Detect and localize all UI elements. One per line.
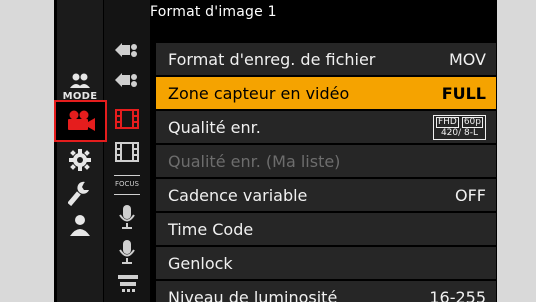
menu-item-label: Niveau de luminosité: [168, 287, 338, 302]
film-strip-icon-active[interactable]: [115, 109, 139, 129]
menu-item-value: 16-255: [429, 287, 486, 302]
film-strip-icon[interactable]: [115, 142, 139, 162]
wrench-icon[interactable]: [68, 180, 92, 206]
menu-item-file-format[interactable]: Format d'enreg. de fichier MOV: [156, 43, 496, 75]
menu-item-label: Qualité enr. (Ma liste): [168, 151, 341, 171]
microphone-icon-2[interactable]: [117, 239, 137, 265]
menu-item-rec-quality[interactable]: Qualité enr. FHD 60p 420/ 8-L: [156, 111, 496, 143]
menu-item-genlock[interactable]: Genlock: [156, 247, 496, 279]
video-tab-selected[interactable]: [54, 100, 107, 142]
output-icon[interactable]: [116, 273, 140, 297]
rec-quality-badge: FHD 60p 420/ 8-L: [432, 114, 486, 140]
menu-item-label: Qualité enr.: [168, 117, 261, 137]
menu-item-value: MOV: [448, 49, 486, 69]
film-camera-icon-1[interactable]: [114, 40, 140, 60]
menu-item-label: Format d'enreg. de fichier: [168, 49, 376, 69]
menu-item-variable-frame-rate[interactable]: Cadence variable OFF: [156, 179, 496, 211]
camera-menu-screen: MODE FOCUS Format d'image 1 Format d'enr…: [54, 0, 497, 302]
menu-item-value: OFF: [455, 185, 486, 205]
focus-tab-label: FOCUS: [115, 180, 139, 188]
menu-item-label: Cadence variable: [168, 185, 308, 205]
menu-item-label: Time Code: [168, 219, 254, 239]
film-camera-icon-2[interactable]: [114, 70, 140, 90]
mode-people-icon[interactable]: [68, 73, 92, 89]
microphone-icon-1[interactable]: [117, 204, 137, 230]
rec-quality-sampling: 420/ 8-L: [440, 127, 478, 138]
menu-item-sensor-area[interactable]: Zone capteur en vidéo FULL: [156, 77, 496, 109]
menu-item-time-code[interactable]: Time Code: [156, 213, 496, 245]
video-camera-icon: [68, 110, 95, 131]
gear-icon[interactable]: [68, 148, 92, 172]
menu-item-label: Genlock: [168, 253, 233, 273]
menu-item-luminance-level[interactable]: Niveau de luminosité 16-255: [156, 281, 496, 302]
person-icon[interactable]: [69, 214, 91, 236]
menu-list: Format d'enreg. de fichier MOV Zone capt…: [156, 43, 496, 302]
menu-item-rec-quality-my-list: Qualité enr. (Ma liste): [156, 145, 496, 177]
menu-item-value: FULL: [441, 83, 486, 103]
menu-item-label: Zone capteur en vidéo: [168, 83, 350, 103]
rec-quality-framerate: 60p: [461, 116, 483, 128]
page-title: Format d'image 1: [150, 4, 277, 20]
rec-quality-resolution: FHD: [435, 116, 459, 128]
focus-tab[interactable]: FOCUS: [114, 175, 140, 195]
